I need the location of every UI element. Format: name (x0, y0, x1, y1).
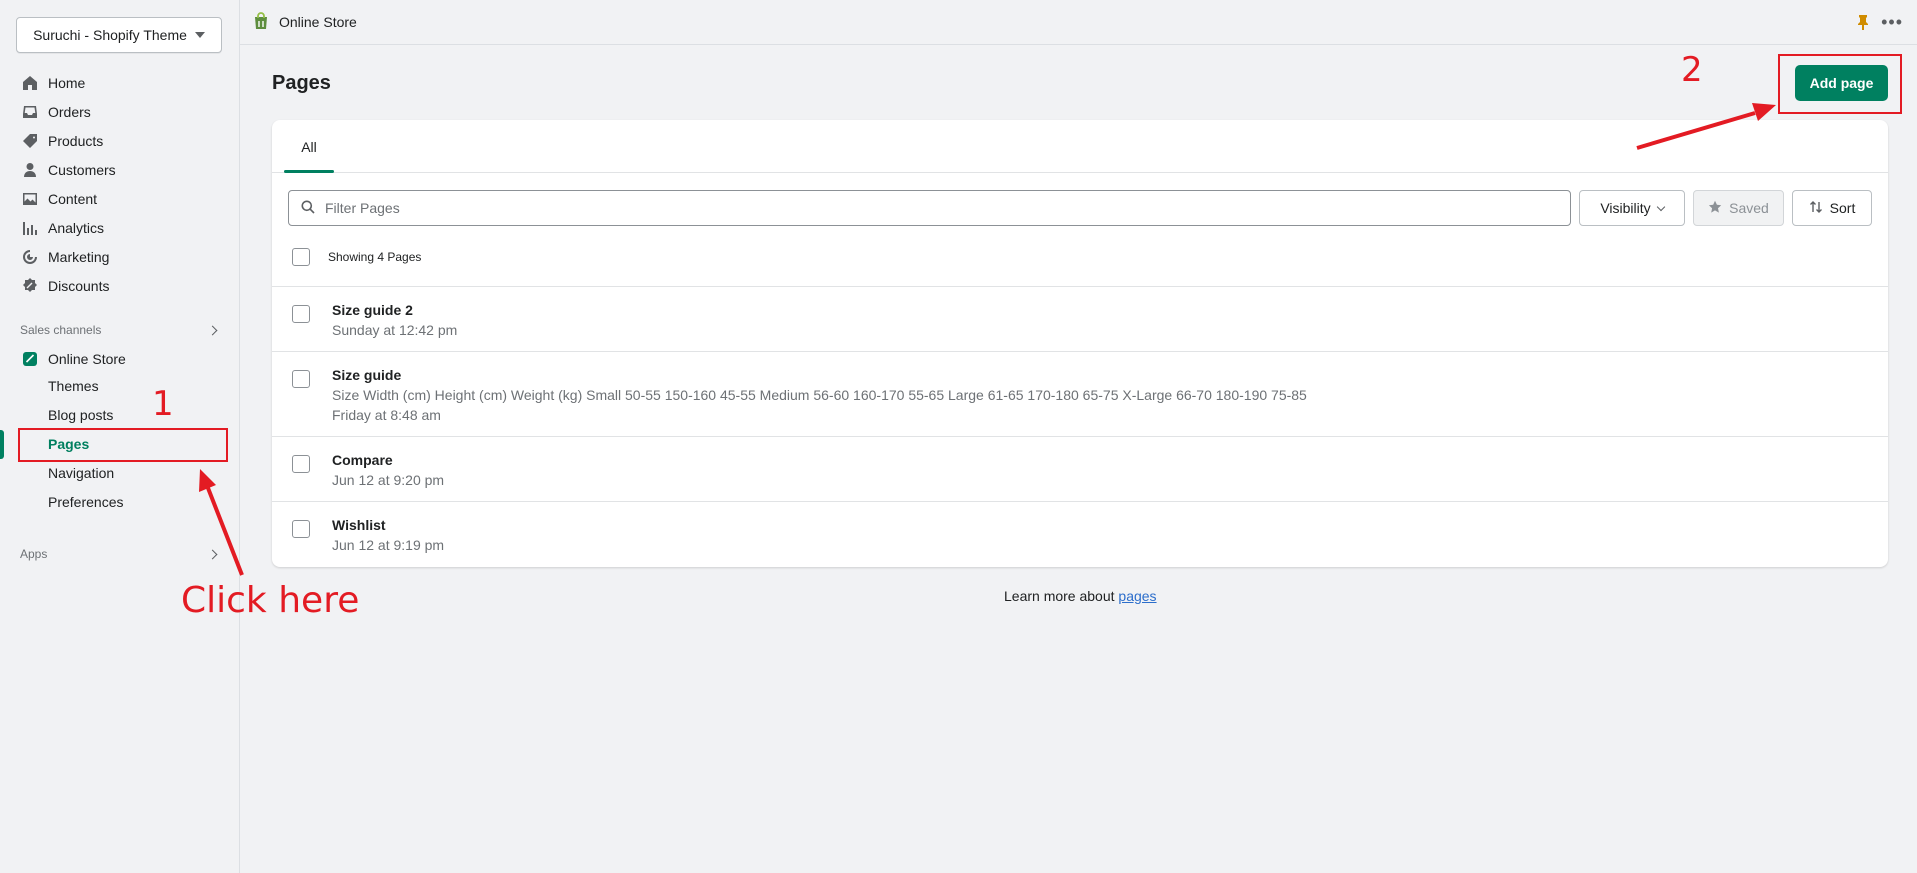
row-checkbox[interactable] (292, 455, 310, 473)
page-row-title[interactable]: Size guide 2 (332, 300, 1888, 320)
sidebar-item-orders[interactable]: Orders (0, 97, 240, 126)
table-row[interactable]: Size guide 2 Sunday at 12:42 pm (272, 286, 1888, 351)
chevron-right-icon (207, 325, 218, 335)
page-row-date: Friday at 8:48 am (332, 407, 441, 423)
page-row-date: Jun 12 at 9:20 pm (332, 472, 445, 488)
apps-label: Apps (20, 547, 48, 561)
target-icon (22, 249, 38, 265)
page-row-title[interactable]: Compare (332, 450, 1888, 470)
sidebar-item-blog-posts[interactable]: Blog posts (48, 407, 113, 423)
sidebar-item-themes[interactable]: Themes (48, 378, 99, 394)
sort-label: Sort (1829, 200, 1856, 216)
annotation-number-1: 1 (152, 384, 174, 424)
breadcrumb: Online Store (252, 11, 357, 33)
active-indicator (0, 430, 4, 459)
sidebar-item-online-store[interactable]: Online Store (0, 344, 240, 373)
inbox-icon (22, 104, 38, 120)
topbar-title: Online Store (279, 14, 357, 30)
sidebar-item-home[interactable]: Home (0, 68, 240, 97)
learn-more-text: Learn more about (1004, 588, 1119, 604)
tab-all[interactable]: All (284, 120, 334, 173)
tab-bar: All (272, 120, 1888, 173)
sort-button[interactable]: Sort (1792, 190, 1872, 226)
visibility-label: Visibility (1600, 200, 1651, 216)
visibility-filter-button[interactable]: Visibility (1579, 190, 1685, 226)
saved-button[interactable]: Saved (1693, 190, 1784, 226)
table-row[interactable]: Wishlist Jun 12 at 9:19 pm (272, 501, 1888, 565)
pages-list: Size guide 2 Sunday at 12:42 pm Size gui… (272, 286, 1888, 565)
table-row[interactable]: Compare Jun 12 at 9:20 pm (272, 436, 1888, 501)
sidebar-item-content[interactable]: Content (0, 184, 240, 213)
sidebar-item-preferences[interactable]: Preferences (48, 494, 123, 510)
sidebar-item-label: Content (48, 190, 98, 207)
learn-more-link[interactable]: pages (1118, 588, 1156, 604)
tag-icon (22, 133, 38, 149)
sidebar-item-label: Marketing (48, 248, 110, 265)
online-store-icon (22, 351, 38, 367)
search-box[interactable] (288, 190, 1571, 226)
select-all-row: Showing 4 Pages (292, 248, 421, 266)
page-row-title[interactable]: Size guide (332, 365, 1888, 385)
row-checkbox[interactable] (292, 520, 310, 538)
sidebar-item-discounts[interactable]: Discounts (0, 271, 240, 300)
more-actions-icon[interactable]: ••• (1881, 12, 1903, 33)
annotation-number-2: 2 (1681, 50, 1703, 90)
shopify-bag-icon (252, 11, 270, 33)
annotation-box-pages (18, 428, 228, 462)
chart-icon (22, 220, 38, 236)
sidebar-item-marketing[interactable]: Marketing (0, 242, 240, 271)
person-icon (22, 162, 38, 178)
sidebar-item-label: Analytics (48, 219, 105, 236)
row-checkbox[interactable] (292, 305, 310, 323)
store-name: Suruchi - Shopify Theme (33, 27, 187, 43)
page-row-excerpt: Size Width (cm) Height (cm) Weight (kg) … (332, 387, 1307, 403)
main-nav: Home Orders Products Customers Content A… (0, 68, 240, 300)
sidebar-item-navigation[interactable]: Navigation (48, 465, 114, 481)
annotation-arrowhead-2 (1752, 103, 1776, 121)
star-icon (1708, 200, 1722, 217)
sort-icon (1809, 200, 1823, 217)
pages-card: All Visibility Saved Sort Showi (272, 120, 1888, 567)
sidebar-item-label: Home (48, 74, 86, 91)
table-row[interactable]: Size guide Size Width (cm) Height (cm) W… (272, 351, 1888, 436)
row-checkbox[interactable] (292, 370, 310, 388)
chevron-right-icon (207, 549, 218, 559)
page-row-title[interactable]: Wishlist (332, 515, 1888, 535)
apps-header[interactable]: Apps (20, 547, 218, 561)
image-icon (22, 191, 38, 207)
store-switcher[interactable]: Suruchi - Shopify Theme (16, 17, 222, 53)
filter-row: Visibility Saved Sort (288, 190, 1872, 226)
home-icon (22, 75, 38, 91)
showing-count: Showing 4 Pages (328, 250, 422, 264)
sales-channels-label: Sales channels (20, 323, 102, 337)
caret-down-icon (194, 32, 205, 38)
sidebar-item-customers[interactable]: Customers (0, 155, 240, 184)
annotation-click-here: Click here (181, 580, 360, 621)
top-bar: Online Store ••• (240, 0, 1917, 45)
page-row-date: Sunday at 12:42 pm (332, 322, 458, 338)
sidebar-item-label: Orders (48, 103, 91, 120)
search-icon (301, 200, 315, 217)
discount-icon (22, 277, 38, 294)
sidebar-item-label: Discounts (48, 277, 110, 294)
select-all-checkbox[interactable] (292, 248, 310, 266)
sales-channels-header[interactable]: Sales channels (20, 323, 218, 337)
learn-more: Learn more about pages (1004, 588, 1157, 604)
tab-underline (284, 170, 334, 173)
page-title: Pages (272, 72, 331, 94)
sidebar-item-analytics[interactable]: Analytics (0, 213, 240, 242)
chevron-down-icon (1656, 202, 1665, 211)
search-input[interactable] (325, 200, 1525, 216)
page-row-date: Jun 12 at 9:19 pm (332, 537, 445, 553)
sidebar-item-label: Customers (48, 161, 116, 178)
sidebar-item-label: Online Store (48, 350, 126, 367)
sidebar-item-label: Products (48, 132, 104, 149)
sidebar-item-products[interactable]: Products (0, 126, 240, 155)
annotation-box-add-page (1778, 54, 1902, 114)
pin-icon[interactable] (1857, 14, 1869, 33)
saved-label: Saved (1729, 200, 1769, 216)
